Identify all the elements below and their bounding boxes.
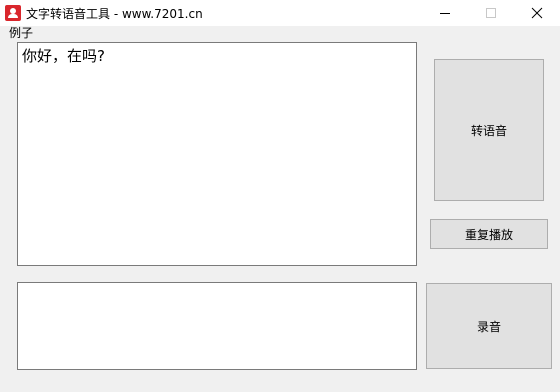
minimize-button[interactable]: [422, 0, 468, 26]
record-button[interactable]: 录音: [426, 283, 552, 369]
window-title: 文字转语音工具 - www.7201.cn: [26, 7, 203, 21]
convert-button-label: 转语音: [470, 123, 507, 138]
maximize-icon: [486, 8, 496, 18]
menu-bar: 例子: [0, 26, 560, 40]
main-text-content: 你好，在吗?: [22, 47, 105, 65]
convert-to-speech-button[interactable]: 转语音: [434, 59, 544, 201]
maximize-button[interactable]: [468, 0, 514, 26]
record-text-area[interactable]: [17, 282, 417, 370]
close-icon: [531, 7, 543, 19]
close-button[interactable]: [514, 0, 560, 26]
title-bar: 文字转语音工具 - www.7201.cn: [0, 0, 560, 26]
app-icon: [5, 5, 21, 21]
replay-button-label: 重复播放: [464, 227, 513, 242]
main-text-area[interactable]: 你好，在吗?: [17, 42, 417, 266]
replay-button[interactable]: 重复播放: [430, 219, 548, 249]
menu-item-examples[interactable]: 例子: [9, 24, 33, 41]
record-button-label: 录音: [476, 319, 501, 334]
minimize-icon: [440, 13, 450, 14]
